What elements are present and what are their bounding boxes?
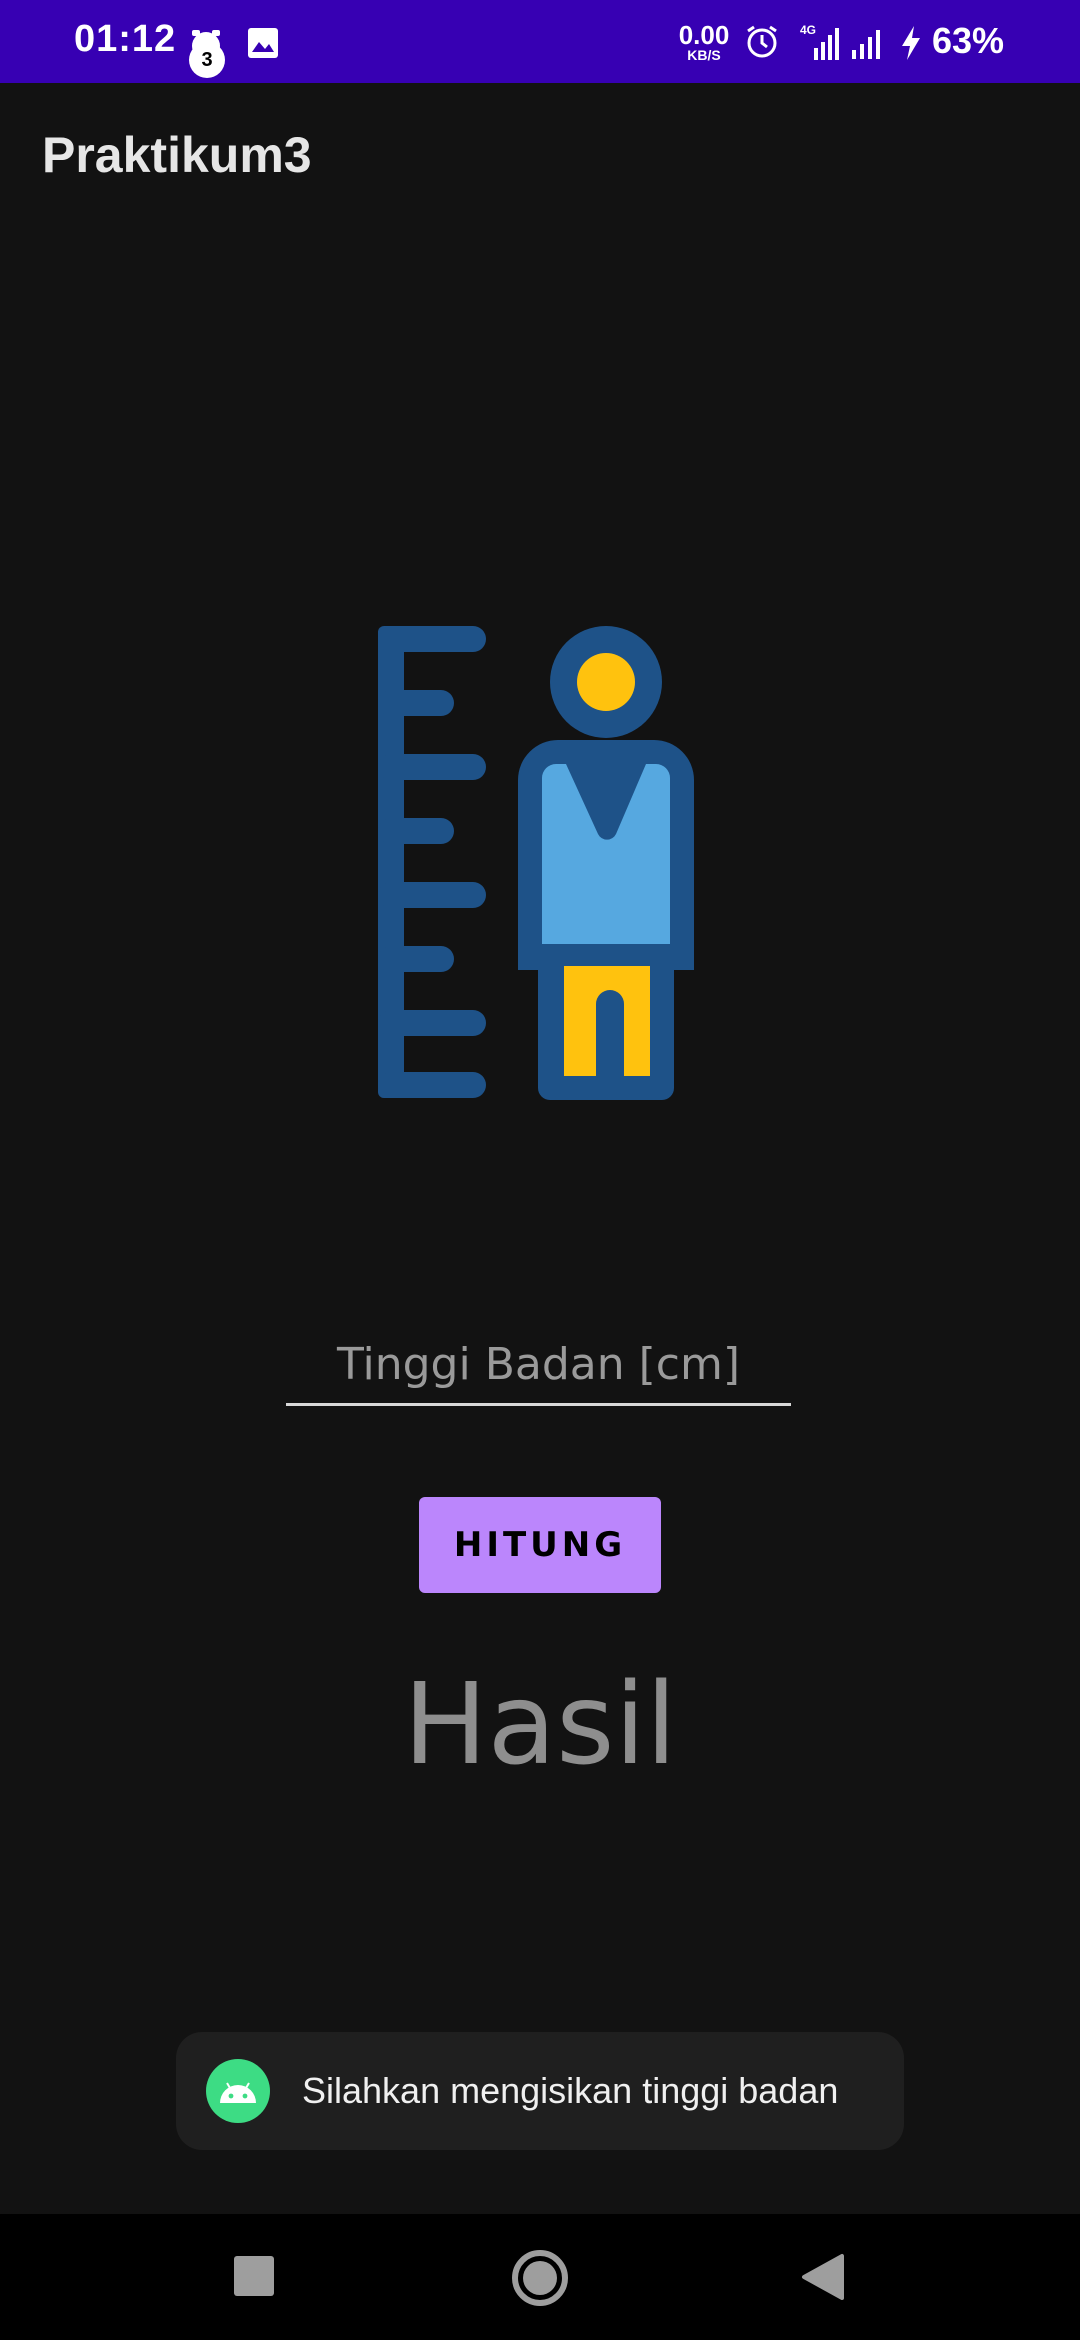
height-input[interactable] — [286, 1325, 791, 1406]
app-title: Praktikum3 — [42, 127, 312, 183]
home-button-icon[interactable] — [510, 2248, 570, 2308]
ruler-icon — [378, 626, 486, 1098]
status-bar: 01:12 3 0.00 KB/S 4G 63% — [0, 0, 1080, 83]
result-text: Hasil — [403, 1660, 677, 1790]
status-time: 01:12 — [74, 18, 177, 60]
network-speed: 0.00 KB/S — [674, 22, 734, 62]
alarm-icon — [747, 25, 777, 58]
signal-icon — [852, 30, 880, 59]
toast-text: Silahkan mengisikan tinggi badan — [302, 2070, 839, 2111]
image-icon — [248, 28, 278, 58]
height-measurement-illustration — [378, 626, 694, 1100]
charging-bolt-icon — [902, 26, 920, 60]
android-app-icon — [206, 2059, 270, 2123]
navigation-bar — [0, 2214, 1080, 2340]
notification-count-badge: 3 — [189, 42, 225, 78]
recents-button-icon[interactable] — [234, 2256, 274, 2296]
calculate-button[interactable]: HITUNG — [419, 1497, 661, 1593]
person-icon — [518, 626, 694, 1100]
network-speed-value: 0.00 — [678, 20, 730, 50]
battery-percentage: 63% — [932, 20, 1005, 61]
back-button-icon[interactable] — [800, 2252, 846, 2302]
svg-text:4G: 4G — [800, 23, 816, 37]
toast-message: Silahkan mengisikan tinggi badan — [176, 2032, 904, 2150]
signal-icon: 4G — [800, 23, 839, 60]
network-speed-unit: KB/S — [687, 47, 721, 63]
